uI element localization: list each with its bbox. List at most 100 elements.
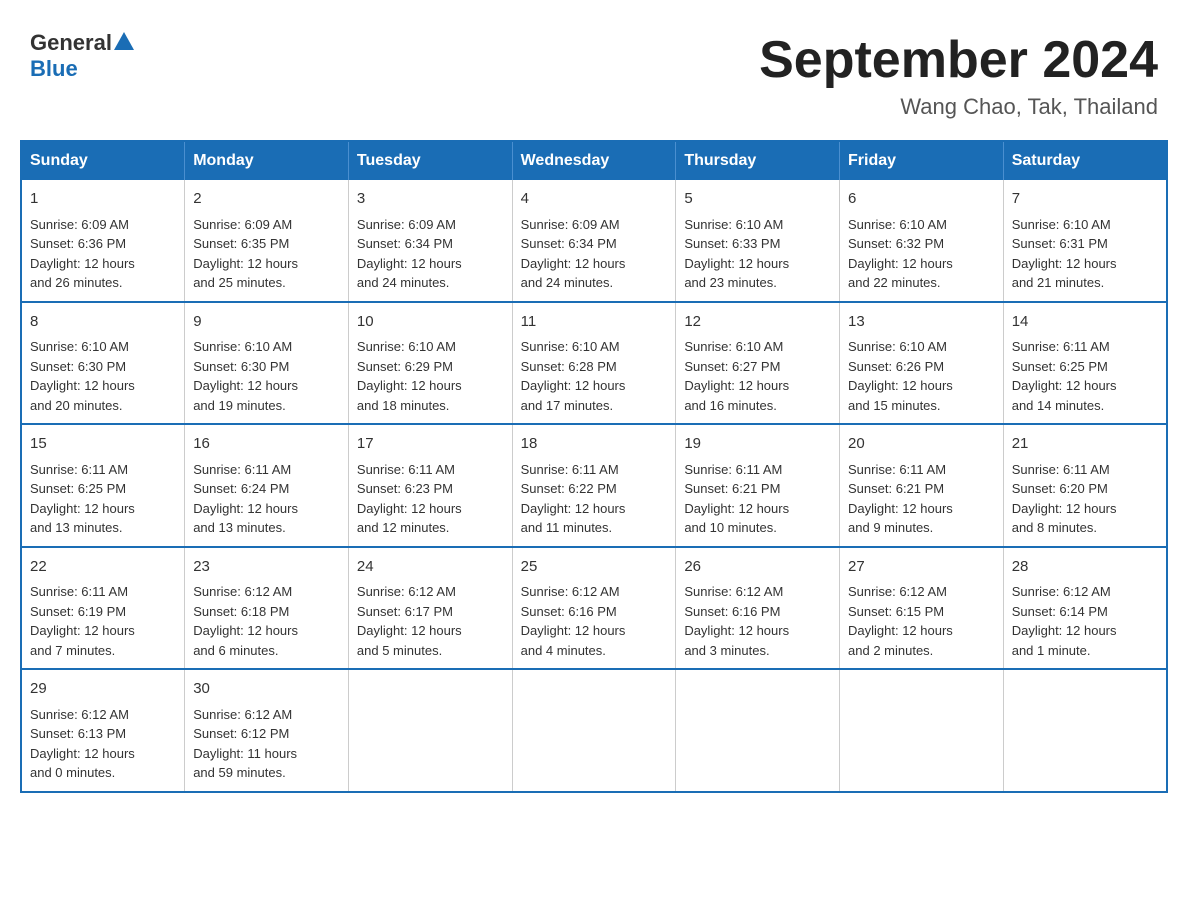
day-info: Sunrise: 6:12 AMSunset: 6:16 PMDaylight:… (521, 584, 626, 658)
day-info: Sunrise: 6:09 AMSunset: 6:34 PMDaylight:… (521, 217, 626, 291)
day-number: 9 (193, 311, 340, 334)
day-info: Sunrise: 6:09 AMSunset: 6:36 PMDaylight:… (30, 217, 135, 291)
calendar-cell: 15 Sunrise: 6:11 AMSunset: 6:25 PMDaylig… (21, 424, 185, 547)
calendar-week-row: 1 Sunrise: 6:09 AMSunset: 6:36 PMDayligh… (21, 180, 1167, 302)
day-info: Sunrise: 6:09 AMSunset: 6:35 PMDaylight:… (193, 217, 298, 291)
day-number: 24 (357, 556, 504, 579)
day-number: 22 (30, 556, 176, 579)
logo-general: General (30, 30, 112, 56)
logo: General Blue (30, 30, 134, 82)
weekday-header-thursday: Thursday (676, 141, 840, 180)
calendar-table: SundayMondayTuesdayWednesdayThursdayFrid… (20, 140, 1168, 793)
weekday-header-monday: Monday (185, 141, 349, 180)
day-info: Sunrise: 6:10 AMSunset: 6:26 PMDaylight:… (848, 339, 953, 413)
logo-triangle-icon (114, 32, 134, 50)
day-info: Sunrise: 6:12 AMSunset: 6:15 PMDaylight:… (848, 584, 953, 658)
day-number: 7 (1012, 188, 1158, 211)
calendar-cell: 20 Sunrise: 6:11 AMSunset: 6:21 PMDaylig… (840, 424, 1004, 547)
calendar-cell: 11 Sunrise: 6:10 AMSunset: 6:28 PMDaylig… (512, 302, 676, 425)
calendar-cell: 19 Sunrise: 6:11 AMSunset: 6:21 PMDaylig… (676, 424, 840, 547)
day-info: Sunrise: 6:12 AMSunset: 6:17 PMDaylight:… (357, 584, 462, 658)
day-number: 30 (193, 678, 340, 701)
day-info: Sunrise: 6:10 AMSunset: 6:30 PMDaylight:… (30, 339, 135, 413)
weekday-header-tuesday: Tuesday (348, 141, 512, 180)
calendar-cell: 10 Sunrise: 6:10 AMSunset: 6:29 PMDaylig… (348, 302, 512, 425)
weekday-header-wednesday: Wednesday (512, 141, 676, 180)
calendar-cell: 18 Sunrise: 6:11 AMSunset: 6:22 PMDaylig… (512, 424, 676, 547)
calendar-cell: 24 Sunrise: 6:12 AMSunset: 6:17 PMDaylig… (348, 547, 512, 670)
day-info: Sunrise: 6:12 AMSunset: 6:14 PMDaylight:… (1012, 584, 1117, 658)
day-number: 15 (30, 433, 176, 456)
day-info: Sunrise: 6:11 AMSunset: 6:21 PMDaylight:… (684, 462, 789, 536)
day-info: Sunrise: 6:10 AMSunset: 6:31 PMDaylight:… (1012, 217, 1117, 291)
calendar-cell: 23 Sunrise: 6:12 AMSunset: 6:18 PMDaylig… (185, 547, 349, 670)
day-number: 12 (684, 311, 831, 334)
day-info: Sunrise: 6:10 AMSunset: 6:29 PMDaylight:… (357, 339, 462, 413)
day-number: 26 (684, 556, 831, 579)
calendar-cell (840, 669, 1004, 792)
calendar-week-row: 22 Sunrise: 6:11 AMSunset: 6:19 PMDaylig… (21, 547, 1167, 670)
day-number: 27 (848, 556, 995, 579)
calendar-cell: 17 Sunrise: 6:11 AMSunset: 6:23 PMDaylig… (348, 424, 512, 547)
calendar-cell: 3 Sunrise: 6:09 AMSunset: 6:34 PMDayligh… (348, 180, 512, 302)
page-header: General Blue September 2024 Wang Chao, T… (20, 20, 1168, 120)
calendar-cell: 12 Sunrise: 6:10 AMSunset: 6:27 PMDaylig… (676, 302, 840, 425)
day-number: 28 (1012, 556, 1158, 579)
calendar-cell: 22 Sunrise: 6:11 AMSunset: 6:19 PMDaylig… (21, 547, 185, 670)
calendar-cell: 13 Sunrise: 6:10 AMSunset: 6:26 PMDaylig… (840, 302, 1004, 425)
day-number: 13 (848, 311, 995, 334)
calendar-cell: 30 Sunrise: 6:12 AMSunset: 6:12 PMDaylig… (185, 669, 349, 792)
day-number: 10 (357, 311, 504, 334)
day-number: 23 (193, 556, 340, 579)
day-number: 14 (1012, 311, 1158, 334)
day-info: Sunrise: 6:09 AMSunset: 6:34 PMDaylight:… (357, 217, 462, 291)
day-number: 16 (193, 433, 340, 456)
calendar-cell: 1 Sunrise: 6:09 AMSunset: 6:36 PMDayligh… (21, 180, 185, 302)
calendar-cell: 28 Sunrise: 6:12 AMSunset: 6:14 PMDaylig… (1003, 547, 1167, 670)
day-info: Sunrise: 6:10 AMSunset: 6:32 PMDaylight:… (848, 217, 953, 291)
day-number: 18 (521, 433, 668, 456)
day-info: Sunrise: 6:11 AMSunset: 6:22 PMDaylight:… (521, 462, 626, 536)
day-info: Sunrise: 6:11 AMSunset: 6:25 PMDaylight:… (30, 462, 135, 536)
day-number: 11 (521, 311, 668, 334)
day-info: Sunrise: 6:11 AMSunset: 6:21 PMDaylight:… (848, 462, 953, 536)
calendar-cell: 26 Sunrise: 6:12 AMSunset: 6:16 PMDaylig… (676, 547, 840, 670)
day-number: 2 (193, 188, 340, 211)
day-info: Sunrise: 6:11 AMSunset: 6:20 PMDaylight:… (1012, 462, 1117, 536)
day-number: 1 (30, 188, 176, 211)
day-number: 17 (357, 433, 504, 456)
day-info: Sunrise: 6:12 AMSunset: 6:13 PMDaylight:… (30, 707, 135, 781)
weekday-header-friday: Friday (840, 141, 1004, 180)
calendar-cell: 2 Sunrise: 6:09 AMSunset: 6:35 PMDayligh… (185, 180, 349, 302)
weekday-header-sunday: Sunday (21, 141, 185, 180)
day-info: Sunrise: 6:10 AMSunset: 6:33 PMDaylight:… (684, 217, 789, 291)
title-section: September 2024 Wang Chao, Tak, Thailand (759, 30, 1158, 120)
calendar-cell: 4 Sunrise: 6:09 AMSunset: 6:34 PMDayligh… (512, 180, 676, 302)
calendar-week-row: 29 Sunrise: 6:12 AMSunset: 6:13 PMDaylig… (21, 669, 1167, 792)
day-number: 25 (521, 556, 668, 579)
day-number: 19 (684, 433, 831, 456)
day-info: Sunrise: 6:12 AMSunset: 6:16 PMDaylight:… (684, 584, 789, 658)
calendar-cell (348, 669, 512, 792)
day-info: Sunrise: 6:11 AMSunset: 6:23 PMDaylight:… (357, 462, 462, 536)
location-title: Wang Chao, Tak, Thailand (759, 94, 1158, 120)
day-number: 29 (30, 678, 176, 701)
calendar-cell: 14 Sunrise: 6:11 AMSunset: 6:25 PMDaylig… (1003, 302, 1167, 425)
day-info: Sunrise: 6:10 AMSunset: 6:27 PMDaylight:… (684, 339, 789, 413)
day-info: Sunrise: 6:11 AMSunset: 6:24 PMDaylight:… (193, 462, 298, 536)
day-info: Sunrise: 6:11 AMSunset: 6:19 PMDaylight:… (30, 584, 135, 658)
calendar-week-row: 8 Sunrise: 6:10 AMSunset: 6:30 PMDayligh… (21, 302, 1167, 425)
calendar-week-row: 15 Sunrise: 6:11 AMSunset: 6:25 PMDaylig… (21, 424, 1167, 547)
day-number: 6 (848, 188, 995, 211)
month-title: September 2024 (759, 30, 1158, 90)
day-info: Sunrise: 6:10 AMSunset: 6:30 PMDaylight:… (193, 339, 298, 413)
day-number: 5 (684, 188, 831, 211)
calendar-cell: 25 Sunrise: 6:12 AMSunset: 6:16 PMDaylig… (512, 547, 676, 670)
day-info: Sunrise: 6:12 AMSunset: 6:18 PMDaylight:… (193, 584, 298, 658)
calendar-cell: 7 Sunrise: 6:10 AMSunset: 6:31 PMDayligh… (1003, 180, 1167, 302)
day-number: 4 (521, 188, 668, 211)
day-number: 3 (357, 188, 504, 211)
day-info: Sunrise: 6:11 AMSunset: 6:25 PMDaylight:… (1012, 339, 1117, 413)
calendar-header-row: SundayMondayTuesdayWednesdayThursdayFrid… (21, 141, 1167, 180)
calendar-cell: 27 Sunrise: 6:12 AMSunset: 6:15 PMDaylig… (840, 547, 1004, 670)
